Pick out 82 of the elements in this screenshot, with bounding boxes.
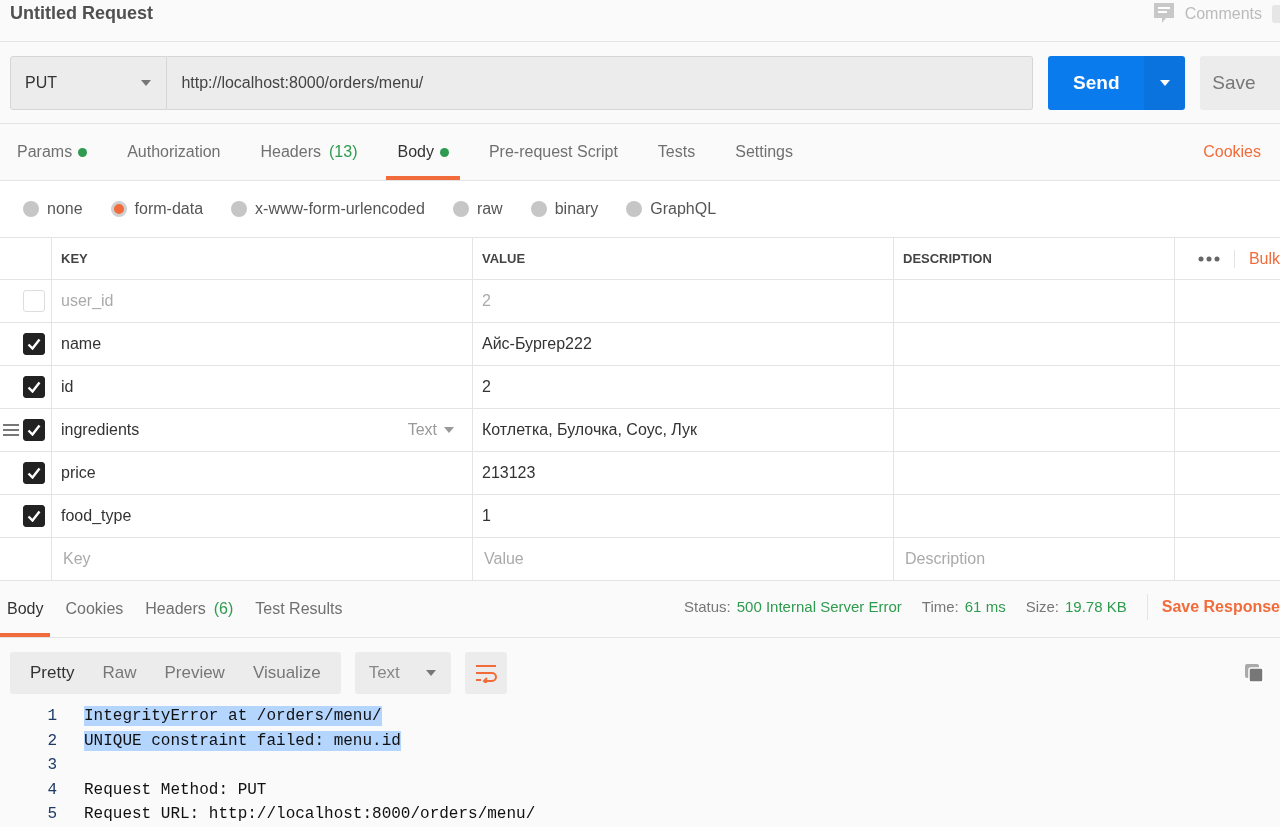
method-dropdown[interactable]: PUT: [10, 56, 168, 110]
save-button[interactable]: Save: [1200, 56, 1280, 110]
caret-icon: [1158, 79, 1171, 87]
view-mode-button[interactable]: Visualize: [238, 652, 335, 694]
checkbox[interactable]: [23, 505, 45, 527]
url-field[interactable]: http://localhost:8000/orders/menu/: [167, 56, 1034, 110]
body-mode-radio[interactable]: form-data: [110, 200, 204, 218]
key-text: id: [61, 378, 74, 396]
code-line: Request Method: PUT: [84, 779, 267, 800]
save-response-link[interactable]: Save Response: [1161, 597, 1280, 616]
view-mode-button[interactable]: Pretty: [16, 652, 89, 694]
column-header: VALUE: [473, 238, 894, 279]
request-tab[interactable]: Params: [6, 128, 99, 180]
response-tab[interactable]: Headers (6): [138, 585, 241, 637]
request-tab[interactable]: Headers (13): [249, 128, 369, 180]
value-input[interactable]: Value: [482, 549, 884, 569]
value-text: 213123: [482, 464, 536, 482]
more-icon: [1197, 255, 1220, 262]
copy-button[interactable]: [1244, 663, 1264, 683]
body-mode-radio[interactable]: binary: [530, 200, 599, 218]
meta-value: 61 ms: [964, 598, 1006, 615]
line-number: 2: [46, 731, 58, 750]
caret-icon: [140, 79, 153, 87]
meta-label: Size:: [1025, 598, 1059, 615]
value-text: 2: [482, 378, 491, 396]
meta-label: Time:: [921, 598, 959, 615]
key-text: name: [61, 335, 102, 353]
code-line: Request URL: http://localhost:8000/orders/menu/: [84, 804, 536, 825]
checkmark-icon: [27, 381, 41, 393]
request-tab[interactable]: Tests: [646, 128, 707, 180]
bulk-edit-link[interactable]: Bulk: [1233, 249, 1280, 268]
value-text: 2: [482, 292, 491, 310]
key-input[interactable]: Key: [61, 549, 463, 569]
request-tab[interactable]: Settings: [724, 128, 804, 180]
wrap-icon: [473, 663, 498, 683]
response-tab[interactable]: Test Results: [248, 585, 350, 637]
checkmark-icon: [27, 338, 41, 350]
caret-icon: [443, 426, 455, 434]
value-text: Айс-Бургер222: [482, 335, 592, 353]
body-mode-radio[interactable]: x-www-form-urlencoded: [231, 200, 425, 218]
checkmark-icon: [27, 424, 41, 436]
checkbox[interactable]: [23, 333, 45, 355]
cookies-link[interactable]: Cookies: [1203, 143, 1261, 161]
line-number: 1: [46, 707, 58, 726]
send-button[interactable]: Send: [1048, 56, 1145, 110]
response-tab[interactable]: Body: [0, 585, 51, 637]
copy-icon: [1244, 663, 1264, 683]
checkbox[interactable]: [23, 376, 45, 398]
value-text: 1: [482, 507, 491, 525]
view-mode-button[interactable]: Raw: [88, 652, 151, 694]
meta-label: Status:: [684, 598, 731, 615]
drag-handle-icon: [3, 424, 19, 436]
line-number: 4: [46, 780, 58, 799]
key-text: user_id: [61, 292, 114, 310]
key-text: ingredients: [61, 421, 140, 439]
key-text: price: [61, 464, 96, 482]
type-dropdown[interactable]: Text: [407, 421, 455, 439]
send-options-button[interactable]: [1144, 56, 1186, 110]
meta-value: 500 Internal Server Error: [736, 598, 902, 615]
caret-icon: [424, 669, 437, 677]
value-text: Котлетка, Булочка, Соус, Лук: [482, 421, 697, 439]
line-number: 5: [46, 805, 58, 824]
column-header: DESCRIPTION: [894, 238, 1175, 279]
key-text: food_type: [61, 507, 132, 525]
checkmark-icon: [27, 467, 41, 479]
body-mode-radio[interactable]: raw: [452, 200, 503, 218]
meta-value: 19.78 KB: [1065, 598, 1127, 615]
checkmark-icon: [27, 510, 41, 522]
wrap-lines-button[interactable]: [464, 652, 507, 694]
description-input[interactable]: Description: [903, 549, 1165, 569]
checkbox[interactable]: [23, 462, 45, 484]
format-dropdown[interactable]: Text: [354, 652, 451, 694]
checkbox[interactable]: [23, 419, 45, 441]
body-mode-radio[interactable]: none: [23, 200, 83, 218]
request-title: Untitled Request: [10, 3, 153, 24]
body-mode-radio[interactable]: GraphQL: [626, 200, 717, 218]
request-tab[interactable]: Authorization: [116, 128, 232, 180]
response-tab[interactable]: Cookies: [58, 585, 131, 637]
column-header: KEY: [52, 238, 473, 279]
request-tab[interactable]: Pre-request Script: [477, 128, 629, 180]
line-number: 3: [46, 756, 58, 775]
view-mode-button[interactable]: Preview: [150, 652, 239, 694]
